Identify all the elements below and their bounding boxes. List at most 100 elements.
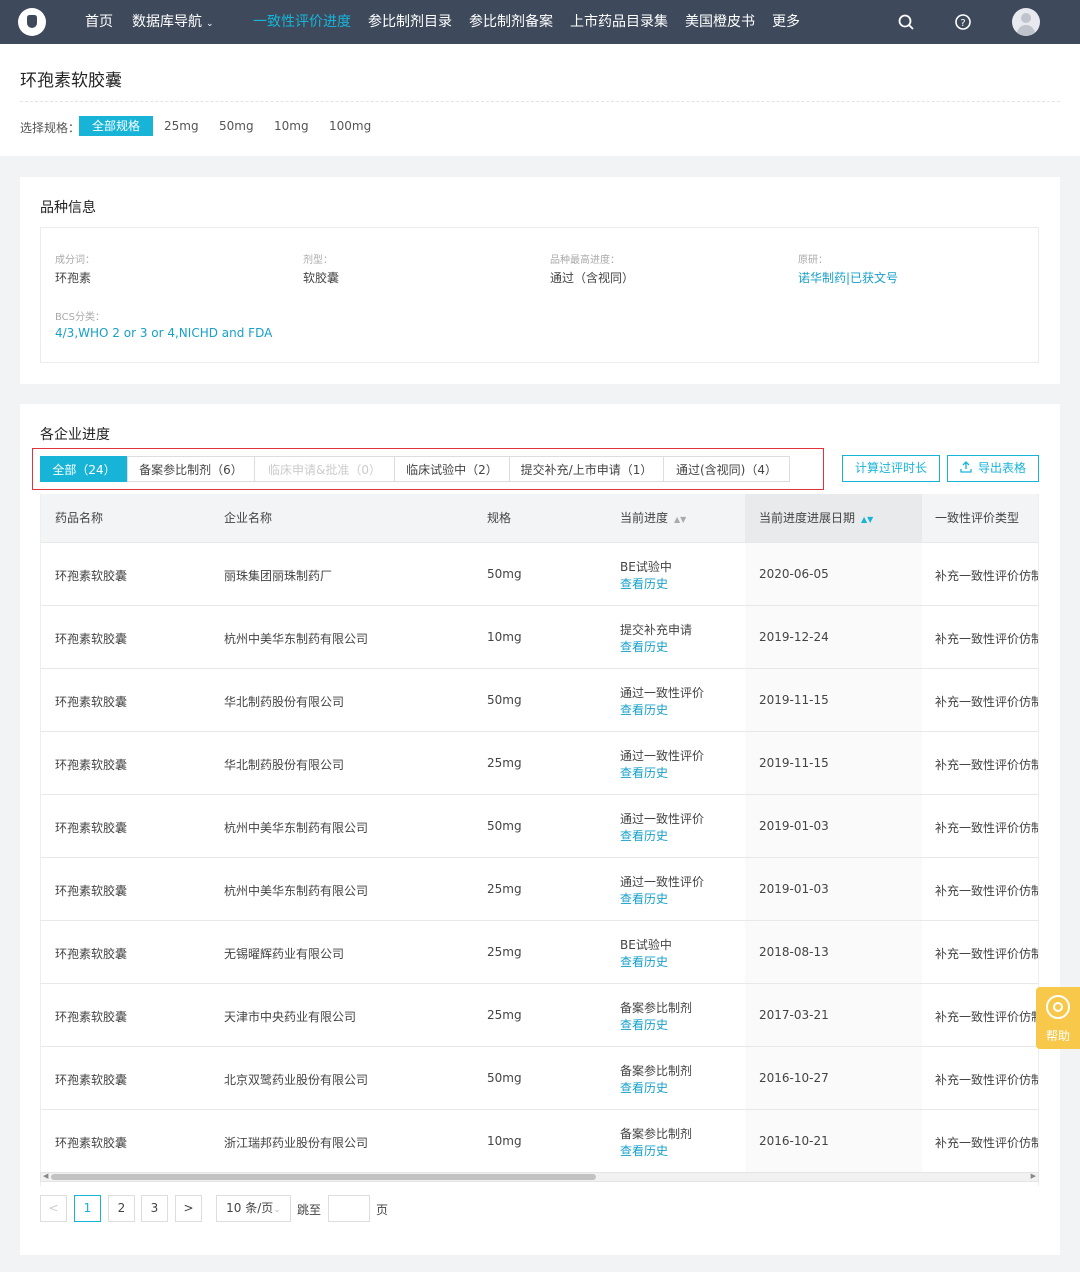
cell-type: 补充一致性评价仿制: [935, 569, 1039, 583]
jump-label: 跳至: [297, 1203, 322, 1217]
cell-company: 华北制药股份有限公司: [224, 758, 345, 772]
view-history-link[interactable]: 查看历史: [620, 575, 668, 592]
page-3[interactable]: 3: [141, 1195, 168, 1222]
col-date[interactable]: 当前进度进展日期 ▲▼: [759, 494, 873, 542]
view-history-link[interactable]: 查看历史: [620, 1142, 668, 1159]
view-history-link[interactable]: 查看历史: [620, 701, 668, 718]
table-row: 环孢素软胶囊 华北制药股份有限公司 25mg 通过一致性评价 查看历史 2019-11-1…: [41, 731, 1038, 794]
sort-icon[interactable]: ▲▼: [674, 515, 686, 524]
company-progress-card: 各企业进度 全部（24） 备案参比制剂（6） 临床申请&批准（0） 临床试验中（…: [20, 404, 1060, 1255]
col-company: 企业名称: [224, 511, 273, 525]
cell-status: BE试验中: [620, 938, 672, 952]
tab-supplement-application[interactable]: 提交补充/上市申请（1）: [509, 456, 664, 482]
cell-drug-name: 环孢素软胶囊: [55, 1010, 128, 1024]
table-row: 环孢素软胶囊 华北制药股份有限公司 50mg 通过一致性评价 查看历史 2019-11-1…: [41, 668, 1039, 731]
jump-page-input[interactable]: [328, 1195, 370, 1222]
next-page-button[interactable]: >: [175, 1195, 202, 1222]
cell-date: 2017-03-21: [759, 1008, 829, 1022]
spec-all[interactable]: 全部规格: [79, 116, 154, 136]
tab-all[interactable]: 全部（24）: [40, 456, 128, 482]
col-status-label: 当前进度: [620, 511, 669, 525]
nav-orange-book[interactable]: 美国橙皮书: [685, 0, 755, 44]
question-icon[interactable]: ?: [953, 12, 973, 32]
cell-status: 通过一致性评价: [620, 812, 705, 826]
cell-company: 杭州中美华东制药有限公司: [224, 884, 369, 898]
page-header: 环孢素软胶囊 选择规格： 全部规格 25mg 50mg 10mg 100mg: [0, 44, 1080, 156]
cell-spec: 50mg: [487, 693, 522, 707]
chevron-down-icon: ⌄: [273, 1205, 281, 1215]
tab-clinical-trial[interactable]: 临床试验中（2）: [394, 456, 510, 482]
tab-filing[interactable]: 备案参比制剂（6）: [127, 456, 255, 482]
cell-spec: 50mg: [487, 819, 522, 833]
cell-status: 通过一致性评价: [620, 875, 705, 889]
spec-100mg[interactable]: 100mg: [329, 116, 371, 136]
cell-drug-name: 环孢素软胶囊: [55, 1136, 128, 1150]
page-2[interactable]: 2: [108, 1195, 135, 1222]
cell-spec: 25mg: [487, 756, 522, 770]
col-type: 一致性评价类型: [935, 511, 1020, 525]
table-row: 环孢素软胶囊 浙江瑞邦药业股份有限公司 10mg 备案参比制剂 查看历史 2016-10-…: [41, 1109, 1038, 1172]
horizontal-scrollbar[interactable]: ◀ ▶: [40, 1172, 1039, 1182]
spec-25mg[interactable]: 25mg: [164, 116, 199, 136]
nav-database[interactable]: 数据库导航 ⌄: [132, 0, 214, 44]
view-history-link[interactable]: 查看历史: [620, 764, 668, 781]
view-history-link[interactable]: 查看历史: [620, 953, 668, 970]
form-label: 剂型：: [303, 255, 333, 266]
cell-type: 补充一致性评价仿制: [935, 821, 1039, 835]
page-title: 环孢素软胶囊: [20, 71, 122, 91]
logo-icon[interactable]: [18, 8, 46, 36]
cell-type: 补充一致性评价仿制: [935, 632, 1039, 646]
nav-catalog[interactable]: 参比制剂目录: [368, 0, 452, 44]
cell-date: 2020-06-05: [759, 567, 829, 581]
view-history-link[interactable]: 查看历史: [620, 827, 668, 844]
scroll-thumb[interactable]: [51, 1174, 596, 1180]
view-history-link[interactable]: 查看历史: [620, 1079, 668, 1096]
bcs-value[interactable]: 4/3,WHO 2 or 3 or 4,NICHD and FDA: [55, 326, 272, 340]
spec-50mg[interactable]: 50mg: [219, 116, 254, 136]
nav-filing[interactable]: 参比制剂备案: [469, 0, 553, 44]
scroll-left-icon[interactable]: ◀: [43, 1172, 48, 1180]
sort-icon[interactable]: ▲▼: [861, 515, 873, 524]
page-unit-label: 页: [376, 1203, 389, 1217]
export-button[interactable]: 导出表格: [947, 455, 1039, 482]
help-label: 帮助: [1045, 1029, 1070, 1043]
view-history-link[interactable]: 查看历史: [620, 1016, 668, 1033]
nav-more[interactable]: 更多: [772, 0, 800, 44]
cell-date: 2016-10-21: [759, 1134, 829, 1148]
table-header: 药品名称 企业名称 规格 当前进度 ▲▼ 当前进度进展日期 ▲▼ 一致性评价类型: [41, 494, 1038, 542]
cell-company: 杭州中美华东制药有限公司: [224, 821, 369, 835]
cell-company: 天津市中央药业有限公司: [224, 1010, 357, 1024]
search-icon[interactable]: [896, 12, 916, 32]
spec-10mg[interactable]: 10mg: [274, 116, 309, 136]
table-row: 环孢素软胶囊 无锡曜辉药业有限公司 25mg BE试验中 查看历史 2018-08-13 补…: [41, 920, 1038, 983]
scroll-right-icon[interactable]: ▶: [1031, 1172, 1036, 1180]
nav-marketed[interactable]: 上市药品目录集: [570, 0, 668, 44]
view-history-link[interactable]: 查看历史: [620, 638, 668, 655]
prev-page-button[interactable]: <: [40, 1195, 67, 1222]
cell-type: 补充一致性评价仿制: [935, 695, 1039, 709]
nav-home[interactable]: 首页: [85, 0, 113, 44]
page-size-select[interactable]: 10 条/页⌄: [216, 1195, 291, 1222]
table-row: 环孢素软胶囊 杭州中美华东制药有限公司 25mg 通过一致性评价 查看历史 2019-01…: [41, 857, 1038, 920]
cell-company: 无锡曜辉药业有限公司: [224, 947, 345, 961]
tab-passed[interactable]: 通过(含视同)（4）: [663, 456, 790, 482]
help-float-button[interactable]: 帮助: [1036, 987, 1080, 1049]
cell-status: 提交补充申请: [620, 623, 693, 637]
top-navbar: 首页 数据库导航 ⌄ 一致性评价进度 参比制剂目录 参比制剂备案 上市药品目录集 …: [0, 0, 1080, 44]
original-link[interactable]: 诺华制药|已获文号: [798, 269, 898, 286]
user-avatar[interactable]: [1012, 8, 1040, 36]
view-history-link[interactable]: 查看历史: [620, 890, 668, 907]
page-1[interactable]: 1: [74, 1195, 101, 1222]
chevron-down-icon: ⌄: [206, 19, 214, 29]
col-status[interactable]: 当前进度 ▲▼: [620, 494, 686, 542]
cell-spec: 25mg: [487, 882, 522, 896]
table-row: 环孢素软胶囊 北京双鹭药业股份有限公司 50mg 备案参比制剂 查看历史 2016-10-…: [41, 1046, 1038, 1109]
col-drug-name: 药品名称: [55, 511, 104, 525]
cell-type: 补充一致性评价仿制: [935, 1010, 1039, 1024]
cell-date: 2019-01-03: [759, 819, 829, 833]
nav-consistency[interactable]: 一致性评价进度: [253, 0, 351, 44]
cell-date: 2019-11-15: [759, 693, 829, 707]
cell-company: 北京双鹭药业股份有限公司: [224, 1073, 369, 1087]
col-spec: 规格: [487, 511, 512, 525]
calc-duration-button[interactable]: 计算过评时长: [842, 455, 940, 482]
